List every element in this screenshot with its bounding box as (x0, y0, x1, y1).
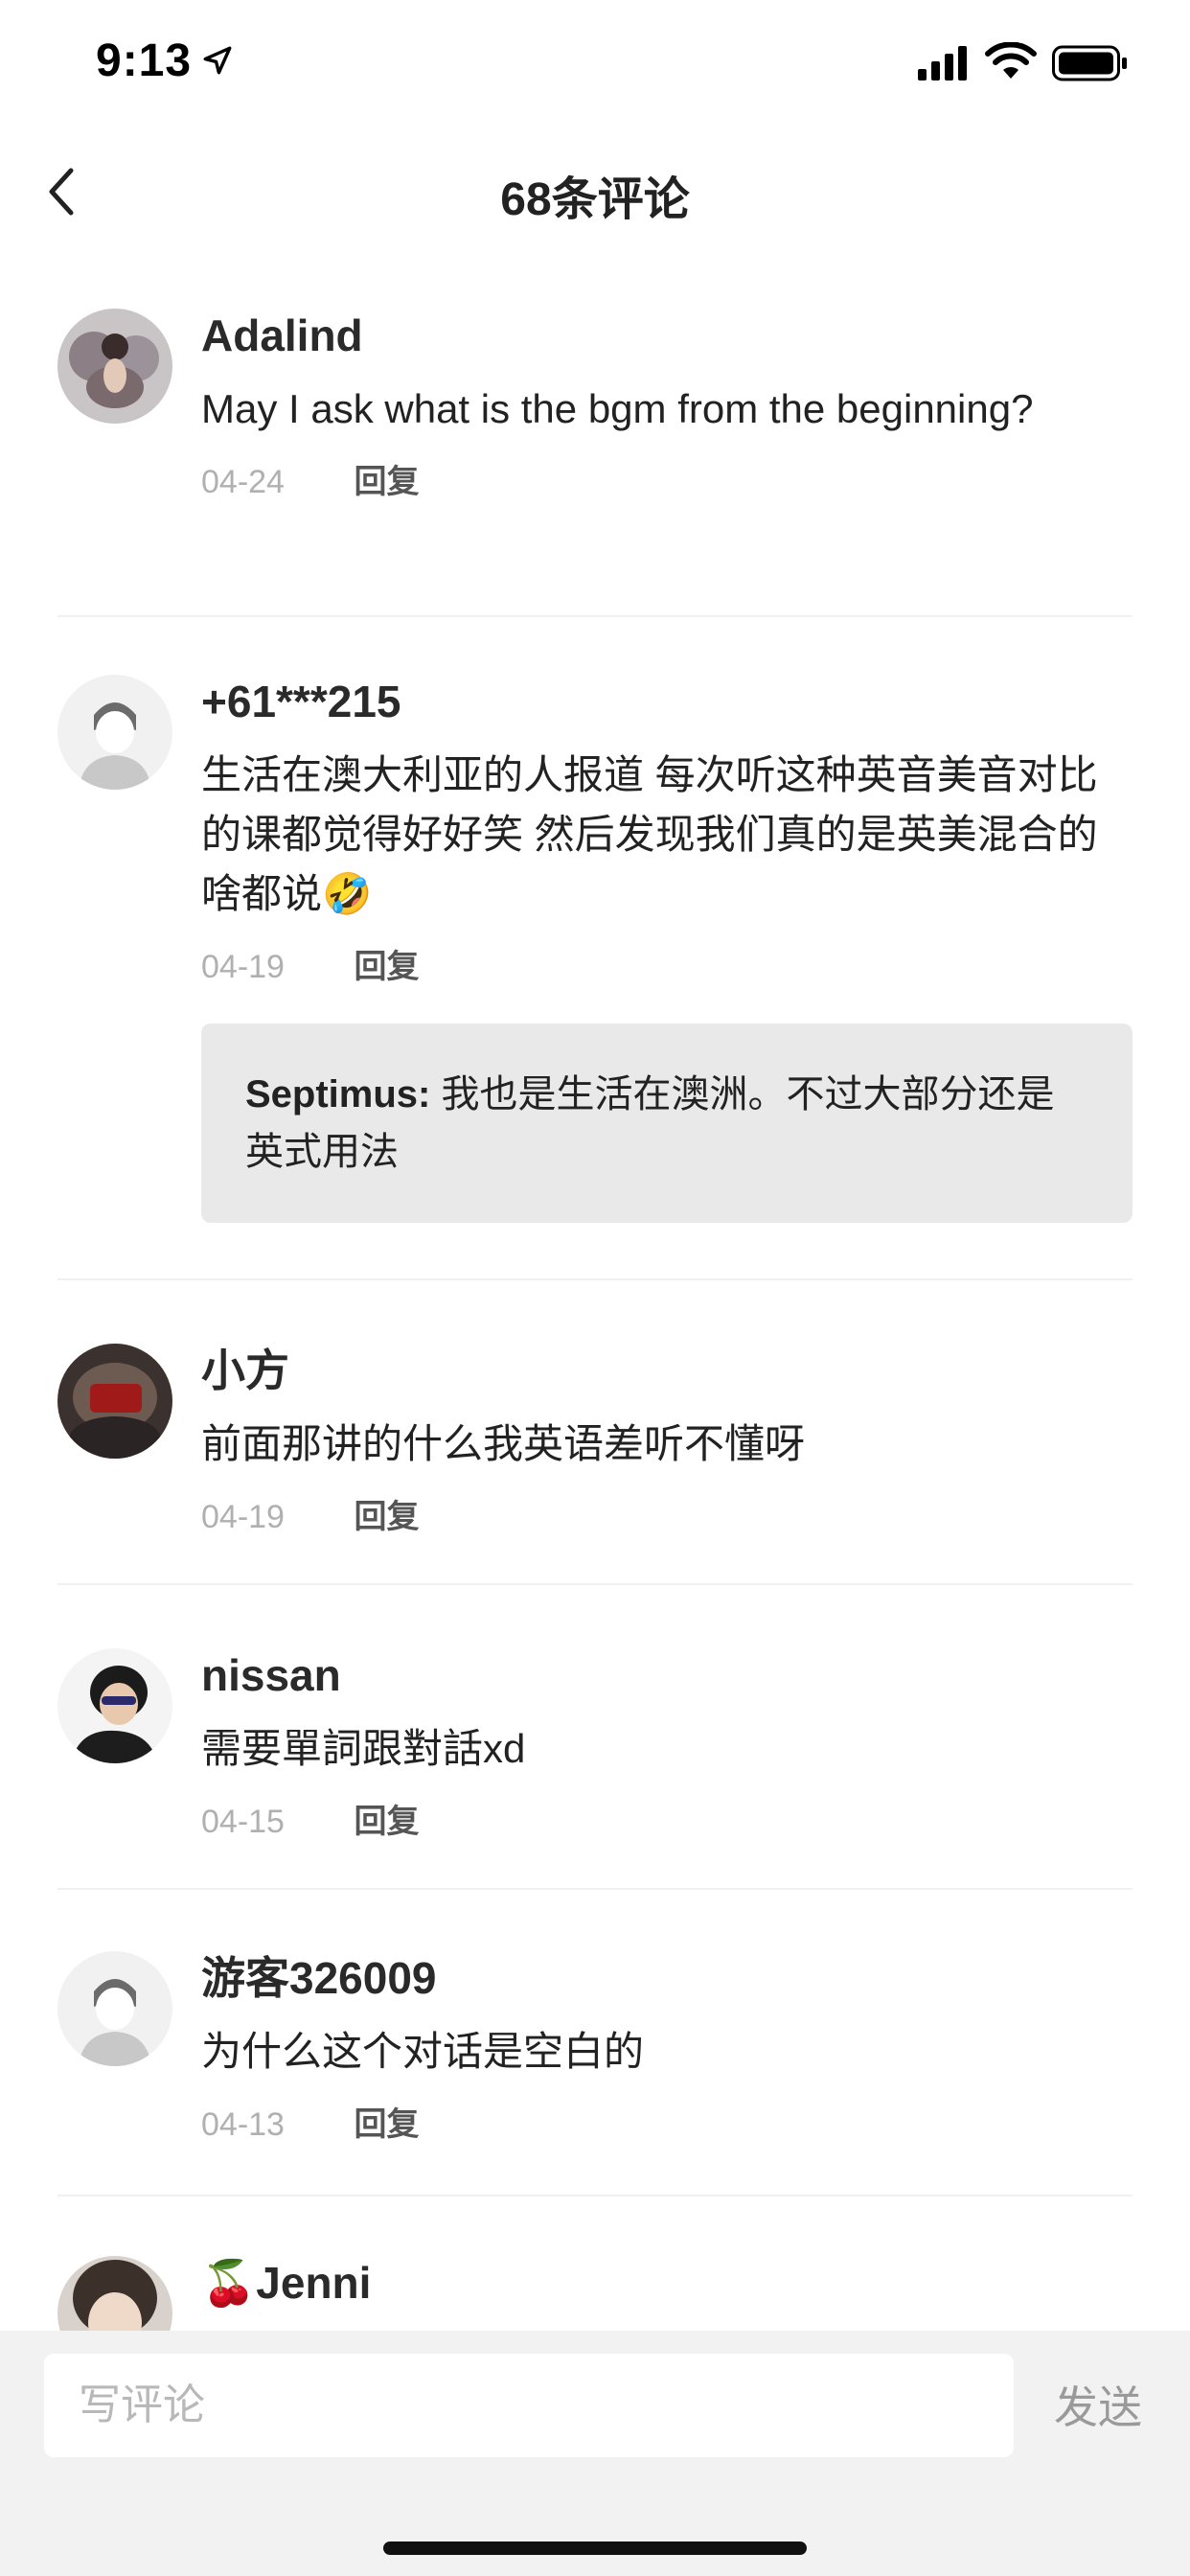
avatar[interactable] (57, 309, 172, 424)
status-time: 9:13 (96, 35, 193, 86)
wifi-icon (985, 42, 1037, 79)
divider (57, 2195, 1133, 2196)
status-bar: 9:13 (0, 0, 1190, 134)
reply-button[interactable]: 回复 (354, 1493, 419, 1541)
comment-text: 需要單詞跟對話xd (201, 1726, 526, 1771)
comment-date: 04-24 (201, 464, 285, 500)
comment-author[interactable]: Adalind (201, 309, 1133, 366)
battery-icon (1052, 45, 1127, 81)
avatar[interactable] (57, 1951, 172, 2066)
reply-author: Septimus: (245, 1073, 431, 1116)
comment-text: 为什么这个对话是空白的 (201, 2029, 645, 2074)
comment-author[interactable]: +61***215 (201, 675, 1133, 732)
home-indicator (383, 2542, 807, 2555)
comment-text: 生活在澳大利亚的人报道 每次听这种英音美音对比的课都觉得好好笑 然后发现我们真的… (201, 752, 1098, 916)
comment-author[interactable]: 游客326009 (201, 1951, 1133, 2009)
comment-input-bar: 发送 (0, 2331, 1190, 2576)
avatar[interactable] (57, 1344, 172, 1459)
comment-text: May I ask what is the bgm from the begin… (201, 386, 1034, 431)
nav-bar: 68条评论 (0, 134, 1190, 249)
comment-author[interactable]: 🍒Jenni (201, 2256, 1133, 2313)
reply-button[interactable]: 回复 (354, 943, 419, 991)
avatar[interactable] (57, 1648, 172, 1763)
divider (57, 1278, 1133, 1280)
comment-author[interactable]: nissan (201, 1648, 1133, 1706)
reply-button[interactable]: 回复 (354, 458, 419, 506)
comment-date: 04-19 (201, 1499, 285, 1535)
comment-author[interactable]: 小方 (201, 1344, 1133, 1401)
comment-date: 04-19 (201, 949, 285, 985)
page-title: 68条评论 (500, 174, 690, 225)
reply-button[interactable]: 回复 (354, 1798, 419, 1846)
location-arrow-icon (203, 46, 232, 75)
signal-icon (918, 46, 967, 80)
comment-date: 04-13 (201, 2106, 285, 2143)
divider (57, 1583, 1133, 1585)
comment-text: 前面那讲的什么我英语差听不懂呀 (201, 1421, 806, 1466)
avatar[interactable] (57, 675, 172, 790)
comment-input[interactable] (44, 2354, 1014, 2457)
divider (57, 615, 1133, 617)
reply-preview[interactable]: Septimus: 我也是生活在澳洲。不过大部分还是英式用法 (201, 1024, 1133, 1223)
send-button[interactable]: 发送 (1054, 2373, 1142, 2436)
reply-button[interactable]: 回复 (354, 2101, 419, 2149)
comment-date: 04-15 (201, 1804, 285, 1840)
divider (57, 1888, 1133, 1890)
